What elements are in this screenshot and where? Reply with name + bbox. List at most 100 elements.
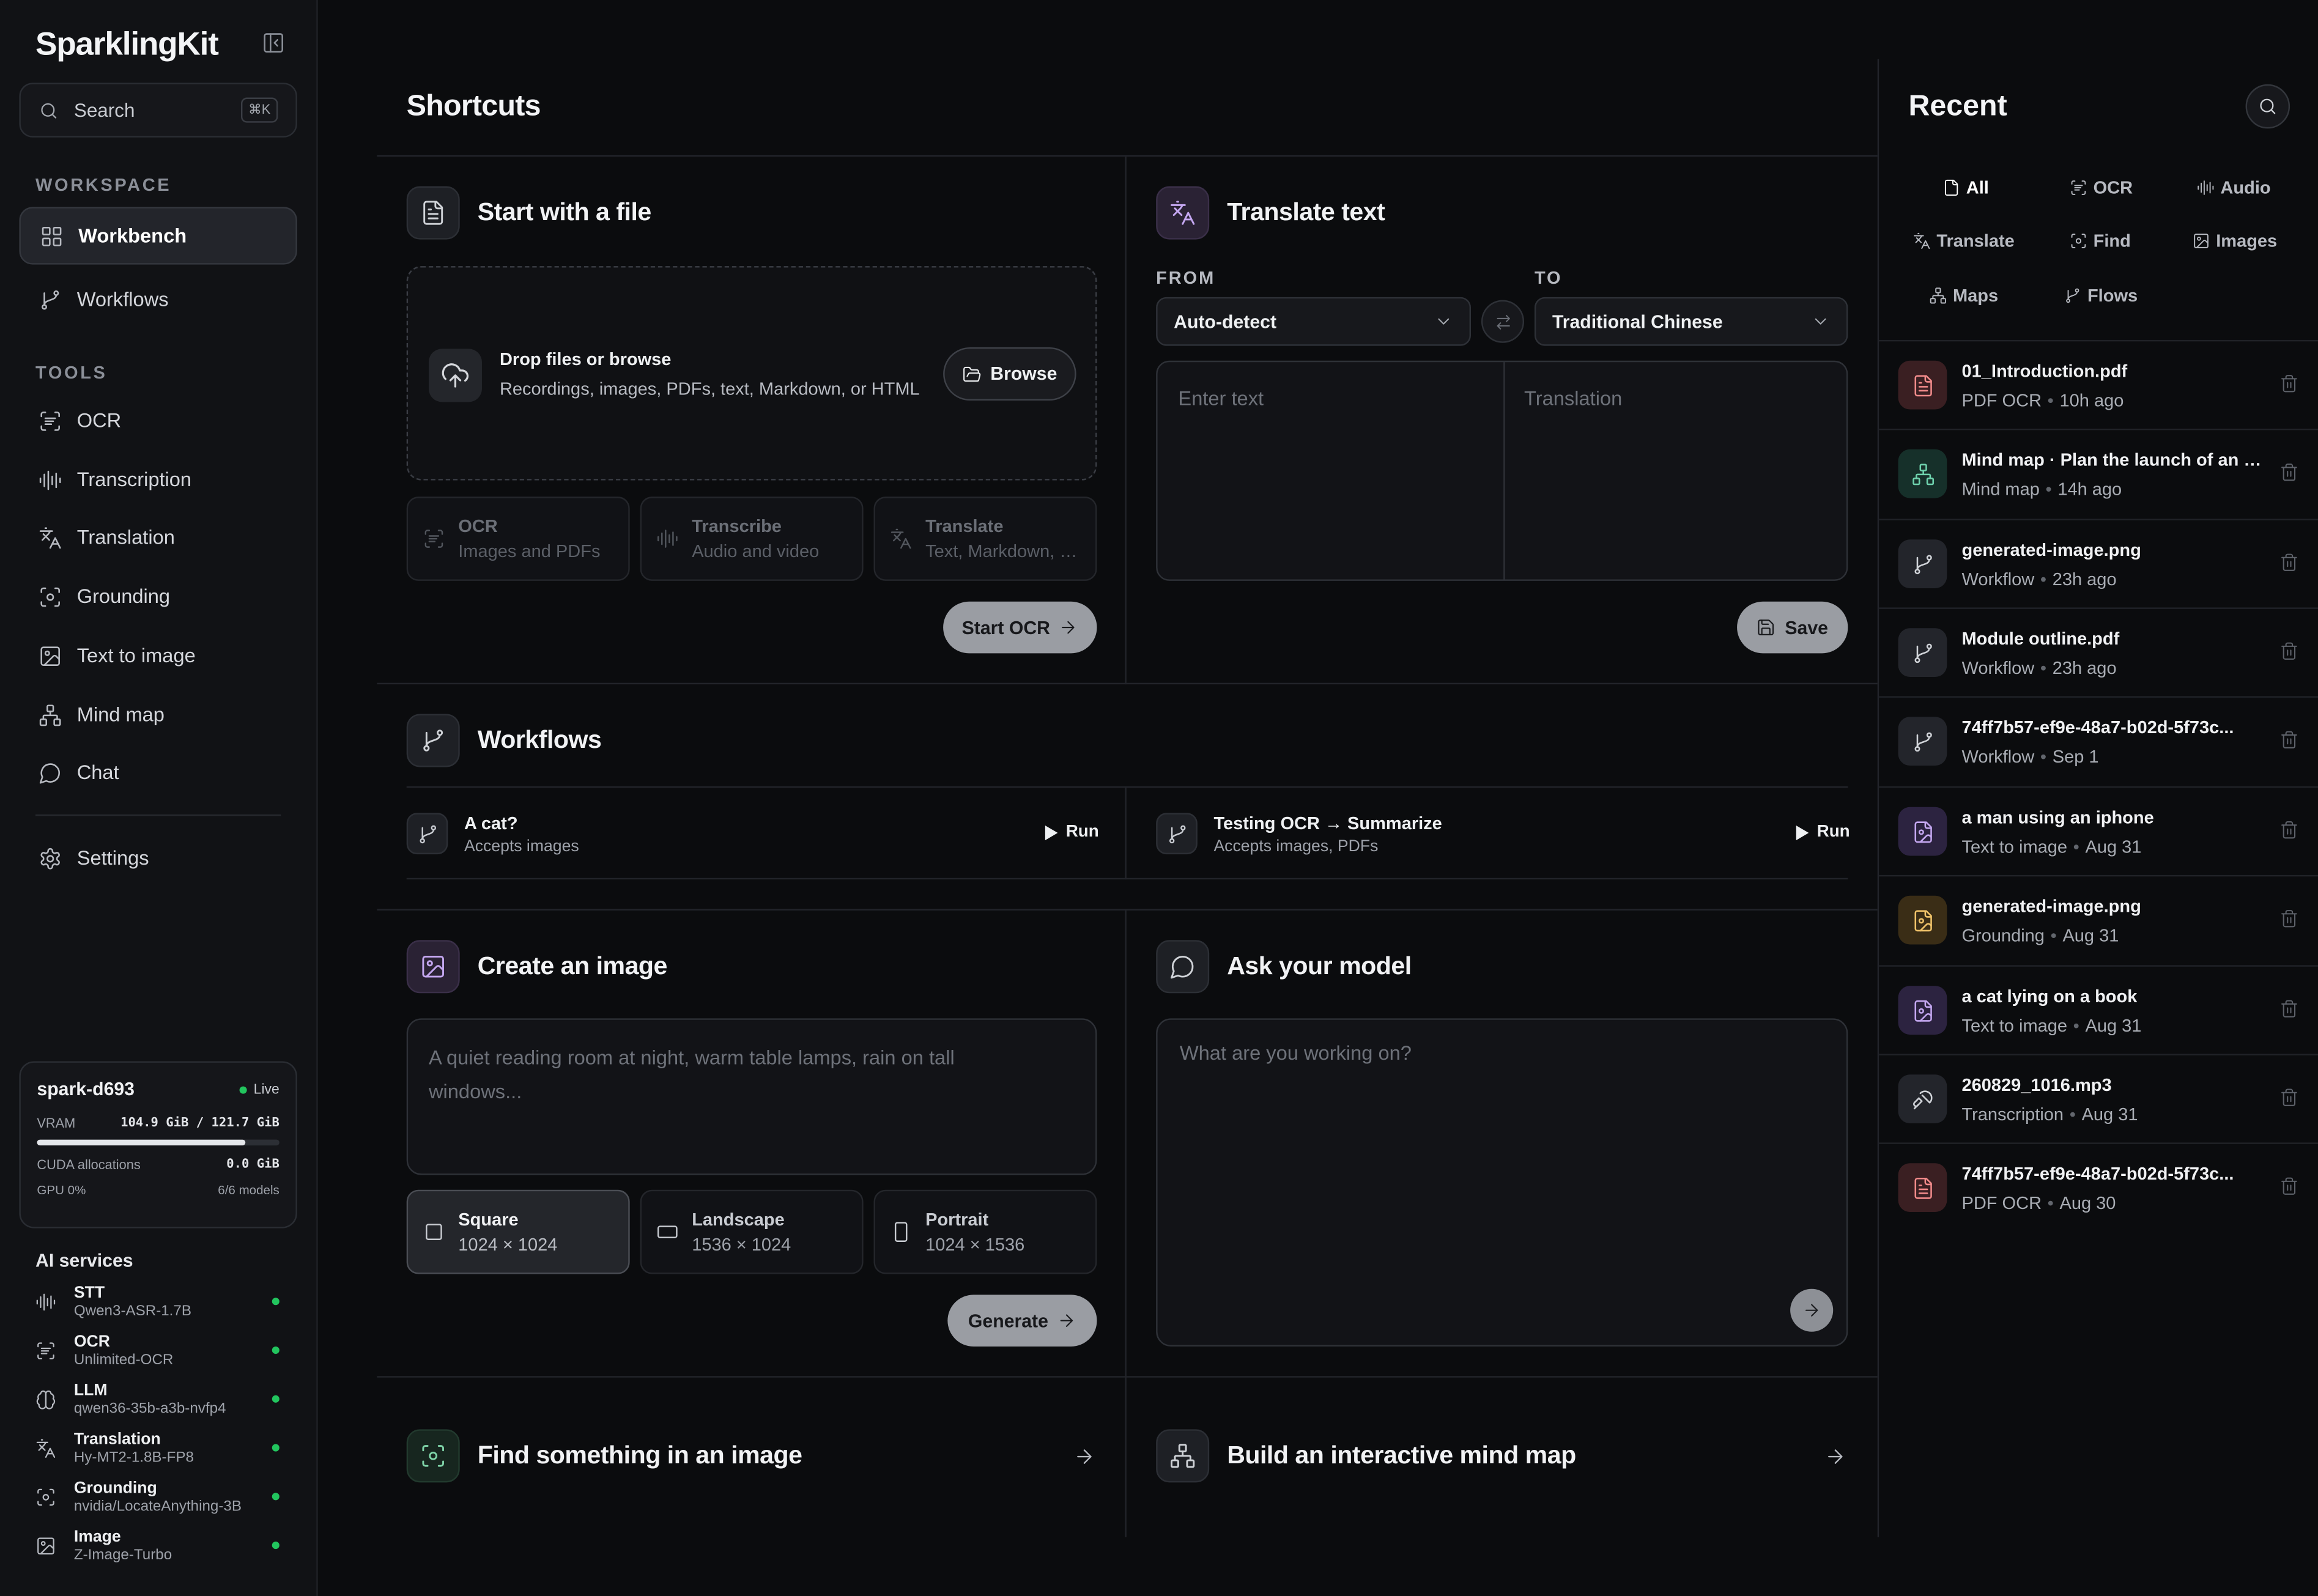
brain-icon <box>35 1389 56 1410</box>
image-icon <box>39 644 62 668</box>
search-input[interactable]: Search ⌘K <box>19 83 297 138</box>
start-ocr-button[interactable]: Start OCR <box>943 601 1097 654</box>
sidebar-item-settings[interactable]: Settings <box>19 829 297 887</box>
collapse-sidebar-icon[interactable] <box>262 31 286 55</box>
file-image-icon <box>1898 895 1947 945</box>
recent-item[interactable]: a cat lying on a book Text to image • Aug 3… <box>1879 965 2318 1054</box>
save-button[interactable]: Save <box>1737 601 1848 654</box>
sidebar-item-translation[interactable]: Translation <box>19 508 297 566</box>
trash-icon[interactable] <box>2279 1088 2298 1107</box>
recent-item[interactable]: a man using an iphone Text to image • Aug 3… <box>1879 786 2318 875</box>
recent-item[interactable]: 74ff7b57-ef9e-48a7-b02d-5f73c... Workflow… <box>1879 696 2318 785</box>
find-in-image-shortcut[interactable]: Find something in an image <box>406 1429 802 1483</box>
trash-icon[interactable] <box>2279 909 2298 928</box>
filter-all[interactable]: All <box>1942 177 1989 198</box>
recent-search-button[interactable] <box>2245 84 2290 129</box>
trash-icon[interactable] <box>2279 553 2298 572</box>
filter-translate[interactable]: Translate <box>1913 231 2015 251</box>
recent-item[interactable]: Module outline.pdf Workflow • 23h ago <box>1879 607 2318 696</box>
trash-icon[interactable] <box>2279 999 2298 1018</box>
translate-card-title: Translate text <box>1227 198 1385 226</box>
filter-find[interactable]: Find <box>2070 231 2131 251</box>
recent-item-name: generated-image.png <box>1961 895 2141 916</box>
tile-transcribe[interactable]: Transcribe Audio and video <box>640 497 864 581</box>
recent-item-time: Aug 31 <box>2081 1103 2138 1125</box>
status-dot <box>272 1298 280 1306</box>
filter-label: Translate <box>1936 231 2015 251</box>
trash-icon[interactable] <box>2279 730 2298 749</box>
vram-label: VRAM <box>37 1115 76 1131</box>
size-square[interactable]: Square 1024 × 1024 <box>406 1189 630 1274</box>
sidebar-item-ocr[interactable]: OCR <box>19 392 297 449</box>
size-landscape[interactable]: Landscape 1536 × 1024 <box>640 1189 864 1274</box>
size-portrait[interactable]: Portrait 1024 × 1536 <box>873 1189 1097 1274</box>
trash-icon[interactable] <box>2279 820 2298 839</box>
service-model: nvidia/LocateAnything-3B <box>73 1498 242 1515</box>
trash-icon[interactable] <box>2279 374 2298 393</box>
source-text-input[interactable]: Enter text <box>1178 387 1264 409</box>
image-prompt-input[interactable]: A quiet reading room at night, warm tabl… <box>406 1018 1097 1175</box>
status-dot <box>272 1542 280 1550</box>
chevron-down-icon <box>1811 312 1830 331</box>
sidebar-item-label: Mind map <box>76 703 165 726</box>
run-workflow-button[interactable]: Run <box>1043 823 1099 841</box>
recent-item[interactable]: generated-image.png Workflow • 23h ago <box>1879 519 2318 607</box>
browse-button[interactable]: Browse <box>943 347 1076 401</box>
tile-subtitle: Audio and video <box>692 540 820 561</box>
browse-label: Browse <box>990 363 1057 385</box>
sidebar-item-workbench[interactable]: Workbench <box>19 207 297 265</box>
sidebar-item-chat[interactable]: Chat <box>19 744 297 801</box>
sidebar-item-grounding[interactable]: Grounding <box>19 567 297 625</box>
sidebar-item-mind-map[interactable]: Mind map <box>19 686 297 744</box>
trash-icon[interactable] <box>2279 641 2298 660</box>
swap-languages-button[interactable] <box>1481 300 1525 343</box>
send-button[interactable] <box>1790 1288 1834 1332</box>
tile-translate[interactable]: Translate Text, Markdown, HTML <box>873 497 1097 581</box>
chat-icon <box>39 761 62 785</box>
workflow-name: A cat? <box>464 812 518 833</box>
branch-icon <box>2064 287 2081 305</box>
drop-subtitle: Recordings, images, PDFs, text, Markdown… <box>499 378 920 399</box>
ask-model-input[interactable]: What are you working on? <box>1156 1018 1848 1347</box>
sidebar-item-label: Workbench <box>78 224 187 247</box>
source-language-select[interactable]: Auto-detect <box>1156 297 1472 346</box>
recent-item[interactable]: generated-image.png Grounding • Aug 31 <box>1879 874 2318 964</box>
arrow-right-icon[interactable] <box>1073 1446 1095 1468</box>
service-name: Translation <box>73 1430 161 1448</box>
filter-audio[interactable]: Audio <box>2197 177 2271 198</box>
save-icon <box>1757 618 1776 637</box>
service-stt: STT Qwen3-ASR-1.7B <box>35 1282 287 1323</box>
sidebar-item-transcription[interactable]: Transcription <box>19 451 297 508</box>
generate-button[interactable]: Generate <box>947 1295 1097 1347</box>
mind-map-shortcut[interactable]: Build an interactive mind map <box>1156 1429 1576 1483</box>
square-icon <box>423 1221 445 1243</box>
tile-ocr[interactable]: OCR Images and PDFs <box>406 497 630 581</box>
landscape-icon <box>656 1221 678 1243</box>
target-language-select[interactable]: Traditional Chinese <box>1534 297 1848 346</box>
filter-maps[interactable]: Maps <box>1929 286 1998 306</box>
workflow-row[interactable]: A cat? Accepts images <box>406 789 579 878</box>
recent-item-time: 23h ago <box>2052 657 2117 678</box>
recent-item[interactable]: 260829_1016.mp3 Transcription • Aug 31 <box>1879 1054 2318 1142</box>
run-workflow-button[interactable]: Run <box>1794 823 1850 841</box>
workflow-row[interactable]: Testing OCR → Summarize Accepts images, P… <box>1156 789 1442 878</box>
file-drop-zone[interactable]: Drop files or browse Recordings, images,… <box>406 266 1097 481</box>
trash-icon[interactable] <box>2279 463 2298 482</box>
recent-item[interactable]: 74ff7b57-ef9e-48a7-b02d-5f73c... PDF OCR •… <box>1879 1142 2318 1231</box>
recent-item[interactable]: 01_Introduction.pdf PDF OCR • 10h ago <box>1879 339 2318 429</box>
arrow-right-icon[interactable] <box>1824 1446 1846 1468</box>
divider <box>377 909 1878 911</box>
divider <box>377 155 1878 157</box>
trash-icon[interactable] <box>2279 1177 2298 1195</box>
ask-placeholder: What are you working on? <box>1179 1042 1412 1065</box>
filter-ocr[interactable]: OCR <box>2070 177 2133 198</box>
filter-images[interactable]: Images <box>2193 231 2277 251</box>
sidebar-item-workflows[interactable]: Workflows <box>19 270 297 328</box>
recent-item[interactable]: Mind map · Plan the launch of an app Mind… <box>1879 428 2318 517</box>
tools-label: TOOLS <box>35 362 108 383</box>
sidebar-item-text-to-image[interactable]: Text to image <box>19 627 297 684</box>
sidebar-divider <box>35 814 281 816</box>
translate-icon <box>39 525 62 549</box>
filter-flows[interactable]: Flows <box>2064 286 2138 306</box>
save-label: Save <box>1785 617 1828 638</box>
